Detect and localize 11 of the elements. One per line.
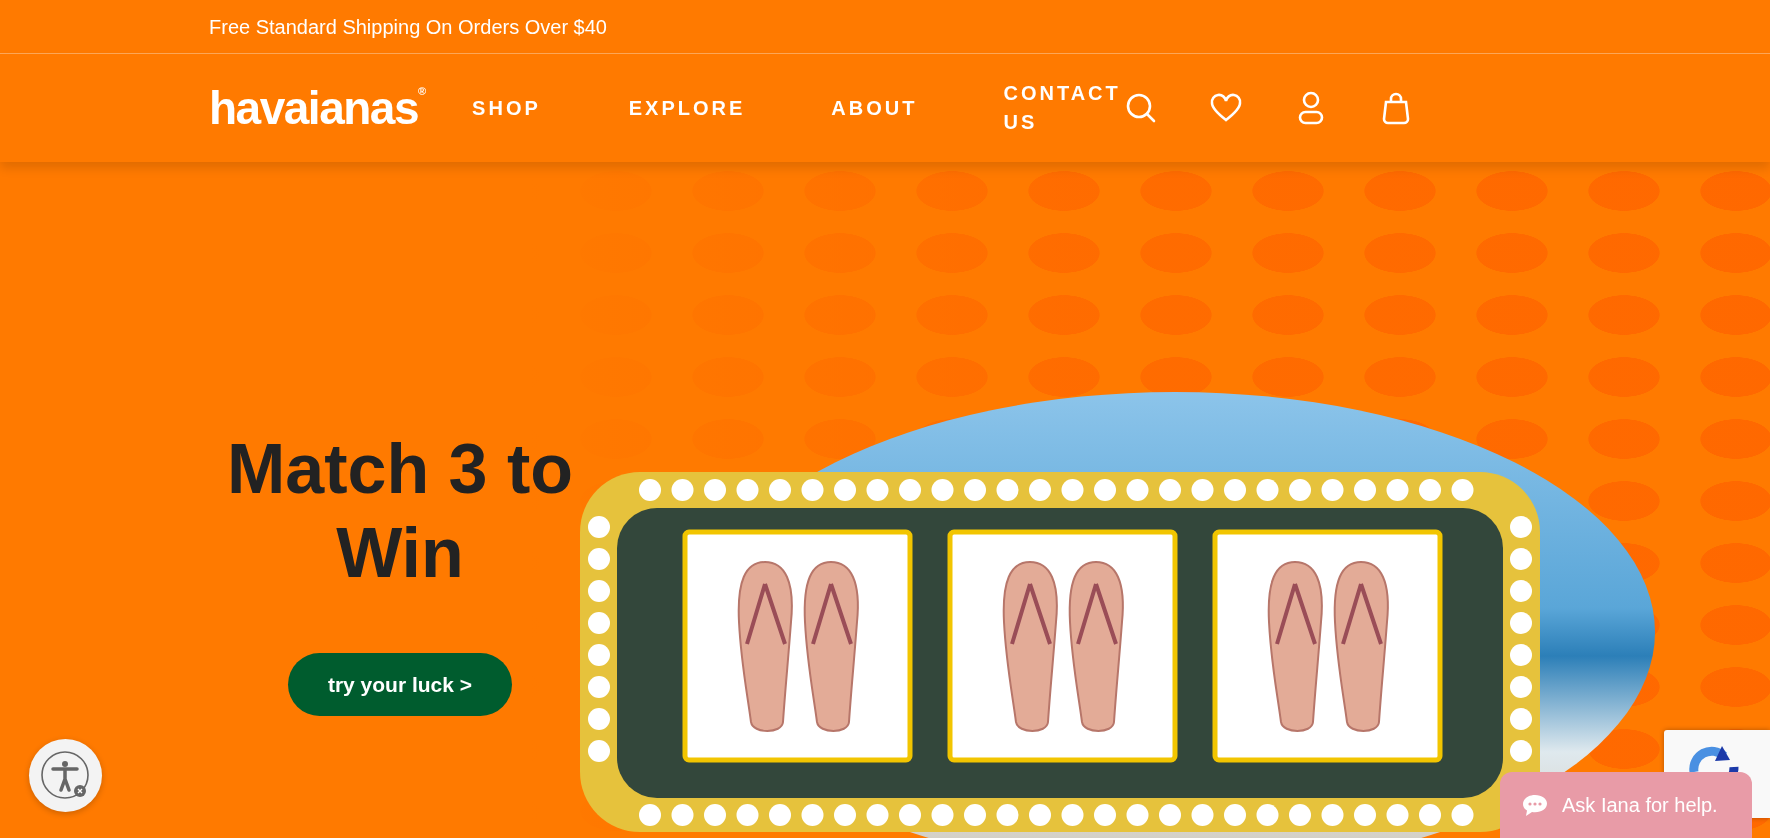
hero-heading: Match 3 to Win <box>225 429 575 594</box>
nav-link[interactable]: EXPLORE <box>628 93 746 123</box>
logo[interactable]: havaianas$^{®}$ <box>209 85 427 131</box>
chat-button[interactable]: Ask Iana for help. <box>1500 772 1752 838</box>
announcement-text: Free Standard Shipping On Orders Over $40 <box>209 14 607 40</box>
nav-link[interactable]: SHOP <box>472 93 541 123</box>
try-your-luck-button[interactable]: try your luck > <box>288 653 512 716</box>
nav-link[interactable]: ABOUT <box>831 93 918 123</box>
chat-bubble-icon <box>1522 793 1548 817</box>
nav-link[interactable]: CONTACT US <box>1003 79 1124 137</box>
accessibility-icon[interactable] <box>29 739 102 812</box>
